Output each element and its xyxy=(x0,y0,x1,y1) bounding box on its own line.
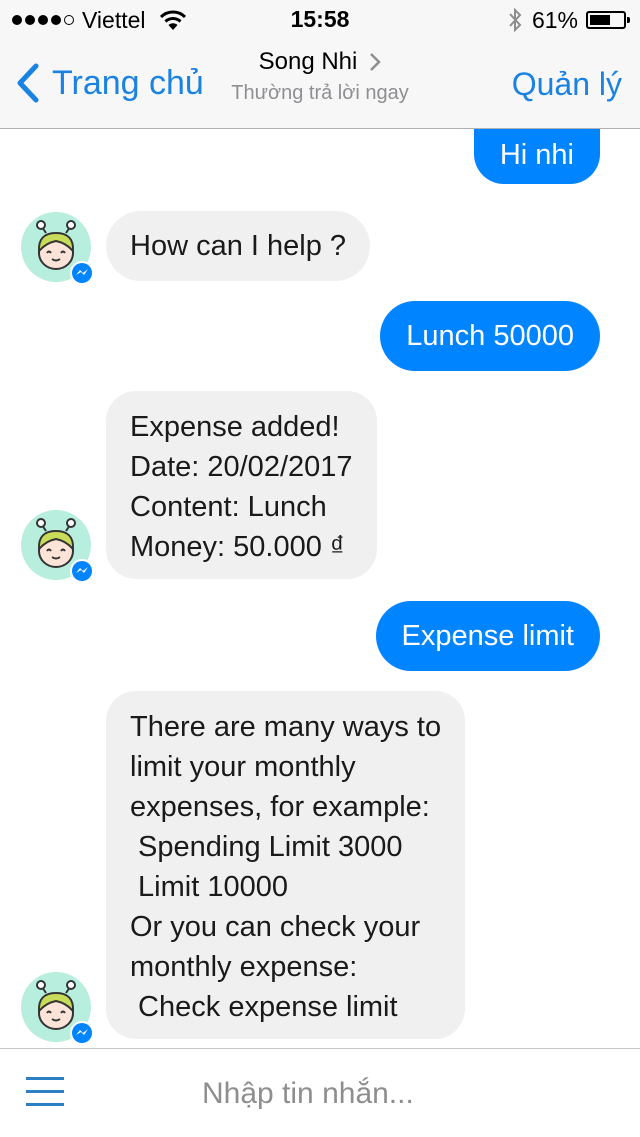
message-composer xyxy=(0,1048,640,1137)
outgoing-message: Hi nhi xyxy=(473,129,600,184)
incoming-message: There are many ways to limit your monthl… xyxy=(106,691,466,1039)
incoming-message: Expense added! Date: 20/02/2017 Content:… xyxy=(106,391,377,579)
battery-percent: 61% xyxy=(531,6,578,33)
back-label: Trang chủ xyxy=(52,63,204,102)
bot-avatar-image xyxy=(21,510,94,583)
outgoing-message: Expense limit xyxy=(375,601,600,671)
bluetooth-icon xyxy=(509,8,522,32)
outgoing-message: Lunch 50000 xyxy=(380,301,600,371)
bot-avatar xyxy=(20,971,94,1045)
message-list[interactable]: Hi nhi How can I help ? Lunch 50000 Expe… xyxy=(0,129,640,1048)
contact-status: Thường trả lời ngay xyxy=(231,82,409,104)
status-right: 61% xyxy=(508,6,630,34)
battery-tip xyxy=(627,17,630,23)
bot-avatar-image xyxy=(21,212,94,285)
menu-line xyxy=(26,1103,64,1106)
bot-avatar xyxy=(20,211,94,285)
menu-line xyxy=(26,1090,64,1093)
incoming-message: How can I help ? xyxy=(106,211,371,281)
contact-name: Song Nhi xyxy=(258,48,358,75)
bot-avatar xyxy=(20,509,94,583)
message-input[interactable] xyxy=(200,1069,604,1119)
navigation-bar: Trang chủ Song Nhi Thường trả lời ngay Q… xyxy=(0,40,640,129)
battery-icon xyxy=(586,11,630,29)
manage-button[interactable]: Quản lý xyxy=(512,66,622,103)
status-bar: Viettel 15:58 61% xyxy=(0,0,640,40)
back-button[interactable]: Trang chủ xyxy=(14,62,204,104)
hamburger-menu-icon[interactable] xyxy=(26,1075,66,1109)
conversation-header[interactable]: Song Nhi Thường trả lời ngay xyxy=(200,48,440,105)
battery-fill xyxy=(590,15,610,25)
chevron-right-icon xyxy=(370,53,382,71)
menu-line xyxy=(26,1077,64,1080)
bot-avatar-image xyxy=(21,972,94,1045)
chevron-left-icon xyxy=(17,63,39,103)
